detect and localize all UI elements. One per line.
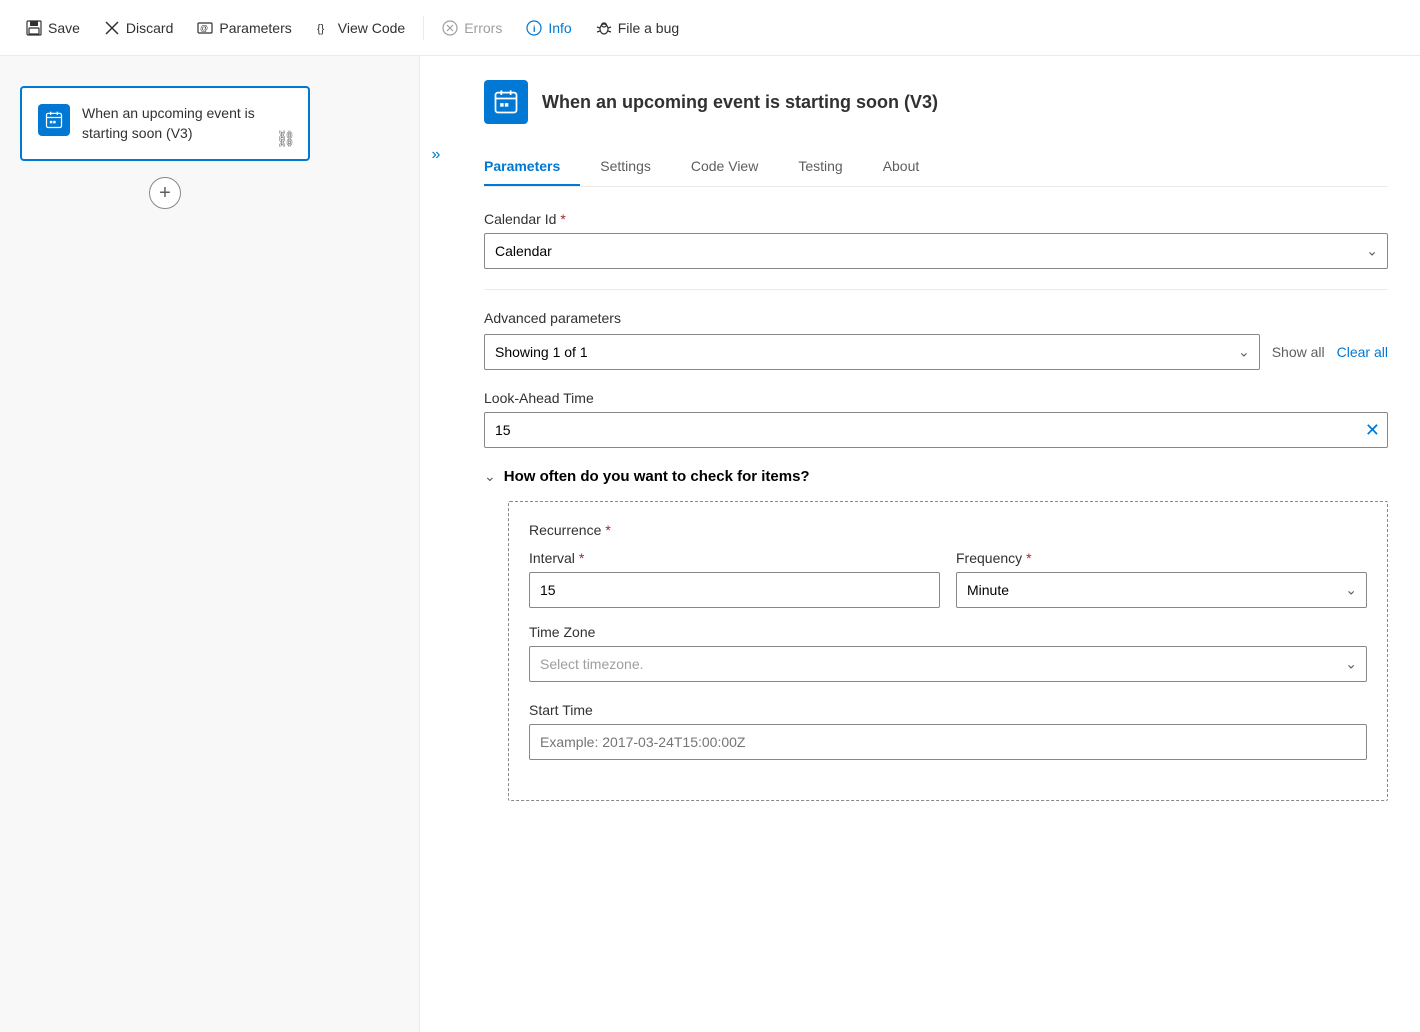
tab-parameters[interactable]: Parameters <box>484 148 580 186</box>
tab-settings[interactable]: Settings <box>580 148 671 186</box>
look-ahead-clear-button[interactable]: ✕ <box>1365 421 1380 439</box>
clear-all-button[interactable]: Clear all <box>1337 344 1388 360</box>
recurrence-box: Recurrence * Interval * Frequency <box>508 501 1388 801</box>
toolbar-divider <box>423 16 424 40</box>
look-ahead-field-group: Look-Ahead Time ✕ <box>484 390 1388 448</box>
timezone-label: Time Zone <box>529 624 1367 640</box>
timezone-select[interactable]: Select timezone. <box>529 646 1367 682</box>
look-ahead-label: Look-Ahead Time <box>484 390 1388 406</box>
parameters-button[interactable]: @ Parameters <box>187 14 301 42</box>
panel-header: When an upcoming event is starting soon … <box>484 80 1388 124</box>
left-panel: When an upcoming event is starting soon … <box>0 56 420 1032</box>
collapse-chevron-icon: ⌄ <box>484 468 496 485</box>
discard-label: Discard <box>126 20 173 36</box>
show-all-button[interactable]: Show all <box>1272 344 1325 360</box>
parameters-icon: @ <box>197 20 213 36</box>
calendar-id-field-group: Calendar Id * Calendar ⌄ <box>484 211 1388 269</box>
info-button[interactable]: i Info <box>516 14 581 42</box>
timezone-select-wrapper: Select timezone. ⌄ <box>529 646 1367 682</box>
interval-frequency-row: Interval * Frequency * Minute <box>529 550 1367 608</box>
toolbar: Save Discard @ Parameters {} View Code E… <box>0 0 1420 56</box>
panel-calendar-icon <box>492 88 520 116</box>
calendar-id-select-wrapper: Calendar ⌄ <box>484 233 1388 269</box>
save-label: Save <box>48 20 80 36</box>
main-layout: When an upcoming event is starting soon … <box>0 56 1420 1032</box>
panel-title: When an upcoming event is starting soon … <box>542 92 938 113</box>
panel-icon <box>484 80 528 124</box>
errors-label: Errors <box>464 20 502 36</box>
calendar-id-label: Calendar Id * <box>484 211 1388 227</box>
advanced-params-label: Advanced parameters <box>484 310 1388 326</box>
calendar-id-select[interactable]: Calendar <box>484 233 1388 269</box>
errors-icon <box>442 20 458 36</box>
frequency-select[interactable]: Minute Hour Day Week Month <box>956 572 1367 608</box>
discard-icon <box>104 20 120 36</box>
look-ahead-input-wrapper: ✕ <box>484 412 1388 448</box>
divider <box>484 289 1388 290</box>
node-title: When an upcoming event is starting soon … <box>82 104 292 143</box>
link-icon: ⛓ <box>276 129 296 149</box>
add-btn-container: + <box>20 177 310 209</box>
bug-icon <box>596 20 612 36</box>
start-time-field-group: Start Time <box>529 702 1367 760</box>
recurrence-section: ⌄ How often do you want to check for ite… <box>484 468 1388 801</box>
discard-button[interactable]: Discard <box>94 14 183 42</box>
recurrence-toggle-button[interactable]: ⌄ How often do you want to check for ite… <box>484 468 810 485</box>
file-bug-button[interactable]: File a bug <box>586 14 689 42</box>
tab-about[interactable]: About <box>863 148 940 186</box>
svg-text:@: @ <box>200 24 208 33</box>
required-indicator: * <box>560 211 565 227</box>
recurrence-required: * <box>605 522 610 538</box>
advanced-params-group: Advanced parameters Showing 1 of 1 ⌄ Sho… <box>484 310 1388 370</box>
view-code-label: View Code <box>338 20 405 36</box>
start-time-input[interactable] <box>529 724 1367 760</box>
recurrence-title: How often do you want to check for items… <box>504 468 810 485</box>
interval-label: Interval * <box>529 550 940 566</box>
showing-select[interactable]: Showing 1 of 1 <box>484 334 1260 370</box>
errors-button[interactable]: Errors <box>432 14 512 42</box>
collapse-panel: » <box>420 56 452 1032</box>
view-code-button[interactable]: {} View Code <box>306 14 415 42</box>
save-icon <box>26 20 42 36</box>
tab-code-view[interactable]: Code View <box>671 148 778 186</box>
timezone-field-group: Time Zone Select timezone. ⌄ <box>529 624 1367 682</box>
node-icon <box>38 104 70 136</box>
frequency-label: Frequency * <box>956 550 1367 566</box>
view-code-icon: {} <box>316 20 332 36</box>
save-button[interactable]: Save <box>16 14 90 42</box>
start-time-label: Start Time <box>529 702 1367 718</box>
right-panel: When an upcoming event is starting soon … <box>452 56 1420 1032</box>
info-icon: i <box>526 20 542 36</box>
parameters-label: Parameters <box>219 20 291 36</box>
frequency-field-group: Frequency * Minute Hour Day Week Month <box>956 550 1367 608</box>
interval-input[interactable] <box>529 572 940 608</box>
calendar-icon <box>44 110 64 130</box>
tab-testing[interactable]: Testing <box>778 148 862 186</box>
add-step-button[interactable]: + <box>149 177 181 209</box>
look-ahead-input[interactable] <box>484 412 1388 448</box>
file-bug-label: File a bug <box>618 20 679 36</box>
frequency-select-wrapper: Minute Hour Day Week Month ⌄ <box>956 572 1367 608</box>
svg-text:i: i <box>533 24 536 34</box>
tabs: Parameters Settings Code View Testing Ab… <box>484 148 1388 187</box>
node-card: When an upcoming event is starting soon … <box>20 86 310 161</box>
collapse-button[interactable]: » <box>432 146 441 164</box>
showing-select-wrapper: Showing 1 of 1 ⌄ <box>484 334 1260 370</box>
info-label: Info <box>548 20 571 36</box>
interval-field-group: Interval * <box>529 550 940 608</box>
svg-text:{}: {} <box>317 23 325 35</box>
recurrence-label: Recurrence * <box>529 522 1367 538</box>
advanced-params-row: Showing 1 of 1 ⌄ Show all Clear all <box>484 334 1388 370</box>
